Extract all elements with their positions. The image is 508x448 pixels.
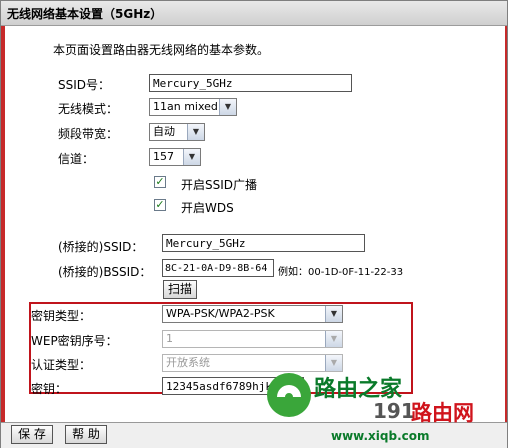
wireless-mode-label: 无线模式： (58, 102, 119, 116)
settings-panel: 无线网络基本设置（5GHz） 本页面设置路由器无线网络的基本参数。 SSID号：… (0, 0, 508, 448)
bandwidth-label: 频段带宽： (58, 127, 119, 141)
intro-text: 本页面设置路由器无线网络的基本参数。 (53, 43, 270, 57)
wep-index-value: 1 (166, 332, 173, 345)
channel-label: 信道： (58, 152, 95, 166)
bridge-ssid-label: (桥接的)SSID： (58, 240, 144, 254)
key-type-select[interactable]: WPA-PSK/WPA2-PSK ▼ (162, 305, 343, 323)
watermark-logo-icon (267, 373, 311, 417)
channel-value: 157 (153, 150, 174, 163)
watermark-number: 191 (373, 399, 415, 423)
wireless-mode-select[interactable]: 11an mixed ▼ (149, 98, 237, 116)
page-title: 无线网络基本设置（5GHz） (7, 7, 163, 21)
watermark-url: www.xiqb.com (331, 429, 430, 443)
bridge-ssid-input[interactable]: Mercury_5GHz (162, 234, 365, 252)
channel-select[interactable]: 157 ▼ (149, 148, 201, 166)
auth-type-label: 认证类型： (31, 358, 92, 372)
chevron-down-icon: ▼ (325, 355, 342, 371)
key-label: 密钥： (31, 382, 68, 396)
chevron-down-icon: ▼ (187, 124, 204, 140)
bandwidth-value: 自动 (153, 125, 175, 138)
left-border (1, 26, 5, 422)
bridge-bssid-input[interactable]: 8C-21-0A-D9-8B-64 (162, 259, 274, 277)
help-button[interactable]: 帮 助 (65, 425, 107, 444)
wep-index-label: WEP密钥序号： (31, 334, 118, 348)
ssid-broadcast-checkbox[interactable]: ✓ (154, 176, 166, 188)
bssid-example-text: 例如：00-1D-0F-11-22-33 (278, 267, 404, 278)
scan-button[interactable]: 扫描 (163, 280, 197, 299)
title-bar: 无线网络基本设置（5GHz） (1, 1, 507, 26)
auth-type-select[interactable]: 开放系统 ▼ (162, 354, 343, 372)
wireless-mode-value: 11an mixed (153, 100, 218, 113)
watermark-site-name: 路由网 (411, 401, 474, 425)
right-border (505, 26, 507, 422)
save-button[interactable]: 保 存 (11, 425, 53, 444)
auth-type-value: 开放系统 (166, 356, 210, 369)
chevron-down-icon: ▼ (219, 99, 236, 115)
ssid-broadcast-label: 开启SSID广播 (181, 178, 258, 192)
ssid-input[interactable]: Mercury_5GHz (149, 74, 352, 92)
wds-checkbox[interactable]: ✓ (154, 199, 166, 211)
chevron-down-icon: ▼ (183, 149, 200, 165)
chevron-down-icon: ▼ (325, 306, 342, 322)
key-type-label: 密钥类型： (31, 309, 92, 323)
bandwidth-select[interactable]: 自动 ▼ (149, 123, 205, 141)
key-type-value: WPA-PSK/WPA2-PSK (166, 307, 275, 320)
ssid-label: SSID号： (58, 78, 111, 92)
wep-index-select[interactable]: 1 ▼ (162, 330, 343, 348)
chevron-down-icon: ▼ (325, 331, 342, 347)
bridge-bssid-label: (桥接的)BSSID： (58, 265, 152, 279)
wds-label: 开启WDS (181, 201, 234, 215)
